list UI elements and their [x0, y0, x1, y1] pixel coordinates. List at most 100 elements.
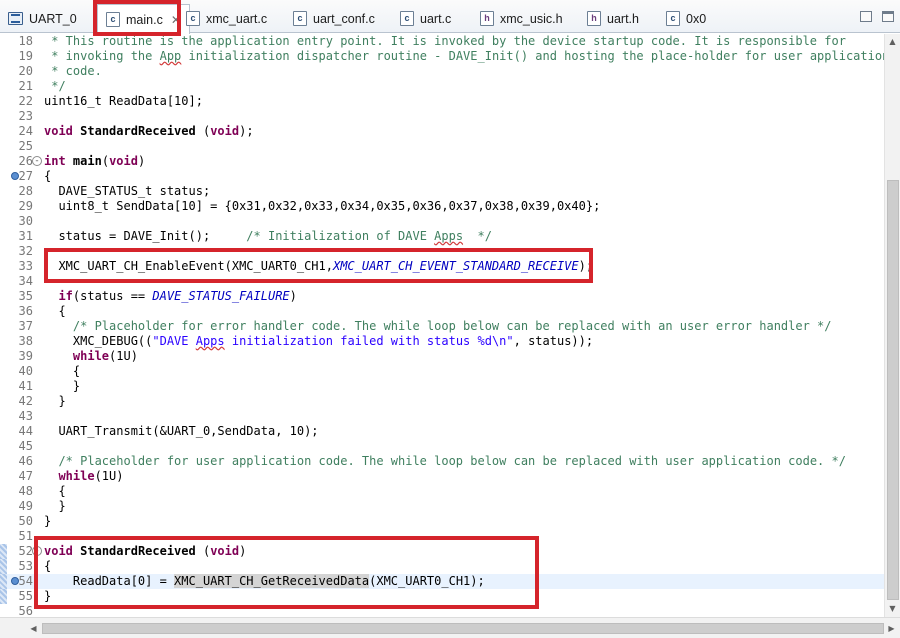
code-line[interactable]: 32	[0, 244, 884, 259]
code-line[interactable]: 25	[0, 139, 884, 154]
code-line[interactable]: 52- void StandardReceived (void)	[0, 544, 884, 559]
code-token: StandardReceived	[80, 544, 196, 558]
code-line[interactable]: 23	[0, 109, 884, 124]
line-number: 41	[18, 379, 33, 393]
code-line[interactable]: 43	[0, 409, 884, 424]
code-line[interactable]: 34	[0, 274, 884, 289]
collapse-icon[interactable]: -	[32, 156, 42, 166]
code-line[interactable]: 30	[0, 214, 884, 229]
code-line[interactable]: 21 */	[0, 79, 884, 94]
tab-uart-h[interactable]: h uart.h	[587, 6, 639, 31]
code-text: DAVE_STATUS_t status;	[44, 184, 210, 199]
vertical-scroll-thumb[interactable]	[887, 180, 899, 600]
code-token: status = DAVE_Init();	[44, 229, 247, 243]
code-line[interactable]: 47 while(1U)	[0, 469, 884, 484]
vertical-scrollbar[interactable]: ▲ ▼	[884, 34, 900, 617]
code-line[interactable]: 39 while(1U)	[0, 349, 884, 364]
line-number: 55	[18, 589, 33, 603]
code-text: int main(void)	[44, 154, 145, 169]
line-number: 46	[18, 454, 33, 468]
code-line[interactable]: 27 {	[0, 169, 884, 184]
code-token: initialization failed with status %d\n"	[224, 334, 514, 348]
code-line[interactable]: 48 {	[0, 484, 884, 499]
code-line[interactable]: 19 * invoking the App initialization dis…	[0, 49, 884, 64]
line-number: 39	[18, 349, 33, 363]
code-token: )	[137, 154, 146, 168]
code-line[interactable]: 45	[0, 439, 884, 454]
code-line[interactable]: 38 XMC_DEBUG(("DAVE Apps initialization …	[0, 334, 884, 349]
scroll-right-icon[interactable]: ▶	[886, 623, 897, 634]
code-text: uint16_t ReadData[10];	[44, 94, 203, 109]
minimize-icon[interactable]	[860, 11, 872, 22]
code-line[interactable]: 35 if(status == DAVE_STATUS_FAILURE)	[0, 289, 884, 304]
code-line[interactable]: 33 XMC_UART_CH_EnableEvent(XMC_UART0_CH1…	[0, 259, 884, 274]
line-number: 20	[18, 64, 33, 78]
line-number: 44	[18, 424, 33, 438]
code-line[interactable]: 26- int main(void)	[0, 154, 884, 169]
code-line[interactable]: 29 uint8_t SendData[10] = {0x31,0x32,0x3…	[0, 199, 884, 214]
code-line[interactable]: 56	[0, 604, 884, 617]
code-token: void	[44, 544, 73, 558]
code-line[interactable]: 31 status = DAVE_Init(); /* Initializati…	[0, 229, 884, 244]
code-token: Apps	[434, 229, 464, 243]
code-token: */	[463, 229, 492, 243]
collapse-icon[interactable]: -	[32, 546, 42, 556]
tab-main-c[interactable]: c main.c ✕	[97, 4, 190, 34]
code-line[interactable]: 49 }	[0, 499, 884, 514]
scroll-left-icon[interactable]: ◀	[28, 623, 39, 634]
code-line[interactable]: 28 DAVE_STATUS_t status;	[0, 184, 884, 199]
tab-label: main.c	[126, 12, 163, 27]
code-line[interactable]: 50}	[0, 514, 884, 529]
code-line[interactable]: 24 void StandardReceived (void);	[0, 124, 884, 139]
close-tab-icon[interactable]: ✕	[171, 13, 181, 27]
line-number: 38	[18, 334, 33, 348]
line-number: 40	[18, 364, 33, 378]
scroll-down-icon[interactable]: ▼	[887, 603, 898, 614]
code-token: void	[109, 154, 138, 168]
tab-label: uart_conf.c	[313, 11, 375, 26]
c-file-icon: c	[293, 11, 307, 26]
horizontal-scrollbar[interactable]: ◀ ▶	[0, 617, 900, 638]
code-line[interactable]: 18 * This routine is the application ent…	[0, 34, 884, 49]
line-number: 32	[18, 244, 33, 258]
maximize-icon[interactable]	[882, 11, 894, 22]
code-line[interactable]: 37 /* Placeholder for error handler code…	[0, 319, 884, 334]
line-number: 22	[18, 94, 33, 108]
code-line[interactable]: 36 {	[0, 304, 884, 319]
editor-tab-bar: UART_0 c main.c ✕ c xmc_uart.c c uart_co…	[0, 0, 900, 34]
tab-xmc-usic-h[interactable]: h xmc_usic.h	[480, 6, 563, 31]
code-line[interactable]: 54 ReadData[0] = XMC_UART_CH_GetReceived…	[0, 574, 884, 589]
code-token: * invoking the	[44, 49, 160, 63]
code-line[interactable]: 41 }	[0, 379, 884, 394]
code-line[interactable]: 40 {	[0, 364, 884, 379]
code-text: {	[44, 169, 51, 184]
code-line[interactable]: 53 {	[0, 559, 884, 574]
code-token: /* Placeholder for error handler code. T…	[72, 319, 832, 333]
code-line[interactable]: 55}	[0, 589, 884, 604]
scroll-up-icon[interactable]: ▲	[887, 36, 898, 47]
code-text: }	[44, 514, 51, 529]
code-text: void StandardReceived (void);	[44, 124, 254, 139]
code-text: UART_Transmit(&UART_0,SendData, 10);	[44, 424, 318, 439]
line-number: 42	[18, 394, 33, 408]
code-line[interactable]: 20 * code.	[0, 64, 884, 79]
tab-uart-c[interactable]: c uart.c	[400, 6, 451, 31]
c-file-icon: c	[400, 11, 414, 26]
code-editor[interactable]: 18 * This routine is the application ent…	[0, 34, 884, 617]
tab-uart-conf-c[interactable]: c uart_conf.c	[293, 6, 375, 31]
code-line[interactable]: 42 }	[0, 394, 884, 409]
code-line[interactable]: 44 UART_Transmit(&UART_0,SendData, 10);	[0, 424, 884, 439]
code-token: XMC_UART_CH_EnableEvent(XMC_UART0_CH1,	[44, 259, 333, 273]
code-line[interactable]: 46 /* Placeholder for user application c…	[0, 454, 884, 469]
code-line[interactable]: 51	[0, 529, 884, 544]
tab-xmc-uart-c[interactable]: c xmc_uart.c	[186, 6, 267, 31]
horizontal-scroll-thumb[interactable]	[42, 623, 884, 634]
code-token: * code.	[44, 64, 102, 78]
code-line[interactable]: 22 uint16_t ReadData[10];	[0, 94, 884, 109]
tab-uart-0[interactable]: UART_0	[8, 6, 77, 31]
code-token: (status ==	[72, 289, 153, 303]
code-token: Apps	[195, 334, 225, 348]
code-token: /* Placeholder for user application code…	[58, 454, 846, 468]
tab-0x0[interactable]: c 0x0	[666, 6, 706, 31]
